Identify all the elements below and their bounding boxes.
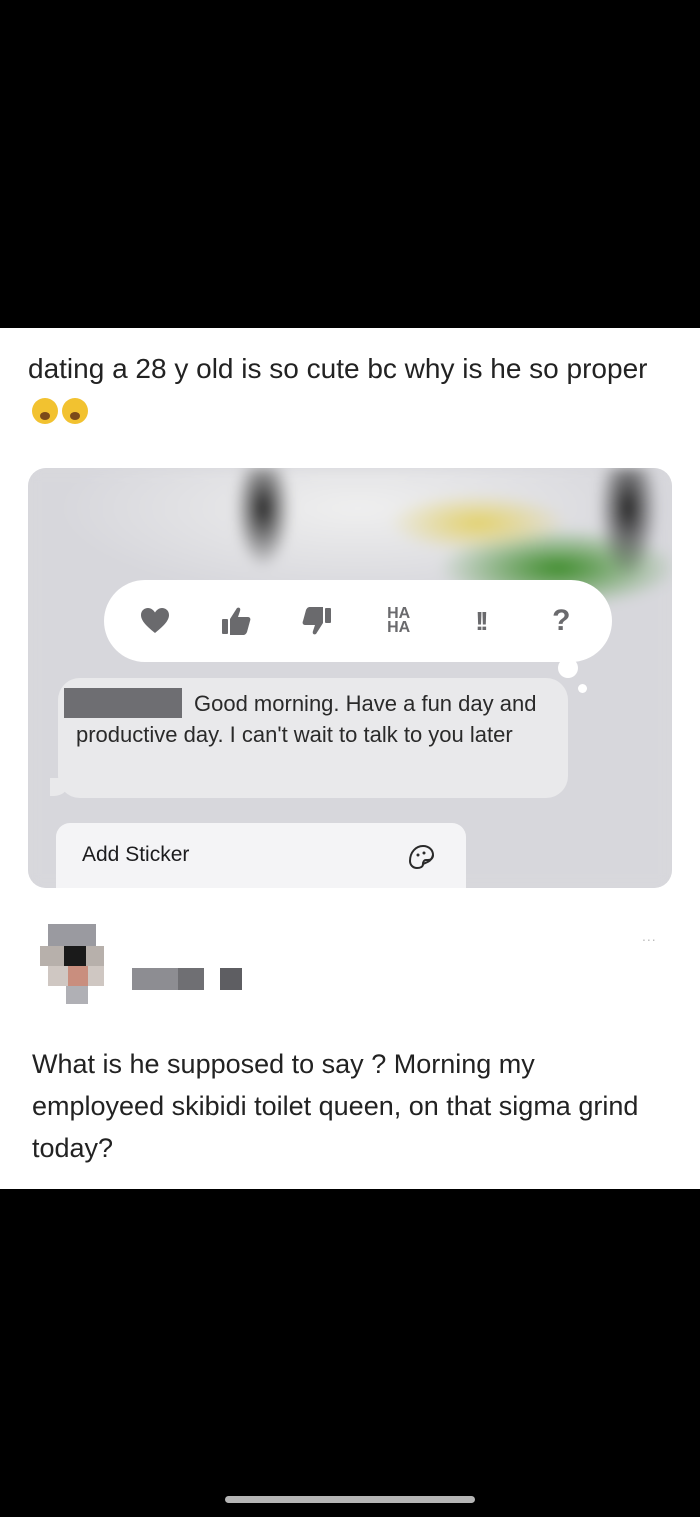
reaction-bar-tail <box>558 658 578 678</box>
thumbs-up-icon[interactable] <box>214 599 258 643</box>
post-caption: dating a 28 y old is so cute bc why is h… <box>28 348 668 432</box>
reply-comment-text: What is he supposed to say ? Morning my … <box>32 1049 639 1163</box>
more-options-icon[interactable]: ... <box>642 928 657 944</box>
tapback-reaction-bar: HA HA !! ? <box>104 580 612 662</box>
post-caption-text: dating a 28 y old is so cute bc why is h… <box>28 353 648 384</box>
exclamation-icon[interactable]: !! <box>458 599 502 643</box>
reaction-bar-tail-dot <box>578 684 587 693</box>
screenshot-page: dating a 28 y old is so cute bc why is h… <box>0 0 700 1517</box>
thumbs-down-icon[interactable] <box>295 599 339 643</box>
haha-icon[interactable]: HA HA <box>377 599 421 643</box>
message-text: Good morning. Have a fun day and product… <box>76 691 537 747</box>
redacted-handle <box>220 968 242 990</box>
question-icon[interactable]: ? <box>539 599 583 643</box>
add-sticker-button[interactable]: Add Sticker <box>56 823 466 888</box>
sticker-icon <box>408 844 435 870</box>
message-screenshot: HA HA !! ? Good morning. Have a fun day a… <box>28 468 672 888</box>
crying-face-emoji-icon <box>32 398 58 424</box>
crying-face-emoji-icon <box>62 398 88 424</box>
home-indicator[interactable] <box>225 1496 475 1503</box>
add-sticker-label: Add Sticker <box>82 843 190 866</box>
message-bubble[interactable]: Good morning. Have a fun day and product… <box>58 678 568 798</box>
redacted-username-part <box>178 968 204 990</box>
avatar[interactable] <box>40 924 112 1006</box>
social-post: dating a 28 y old is so cute bc why is h… <box>0 328 700 1189</box>
heart-icon[interactable] <box>133 599 177 643</box>
